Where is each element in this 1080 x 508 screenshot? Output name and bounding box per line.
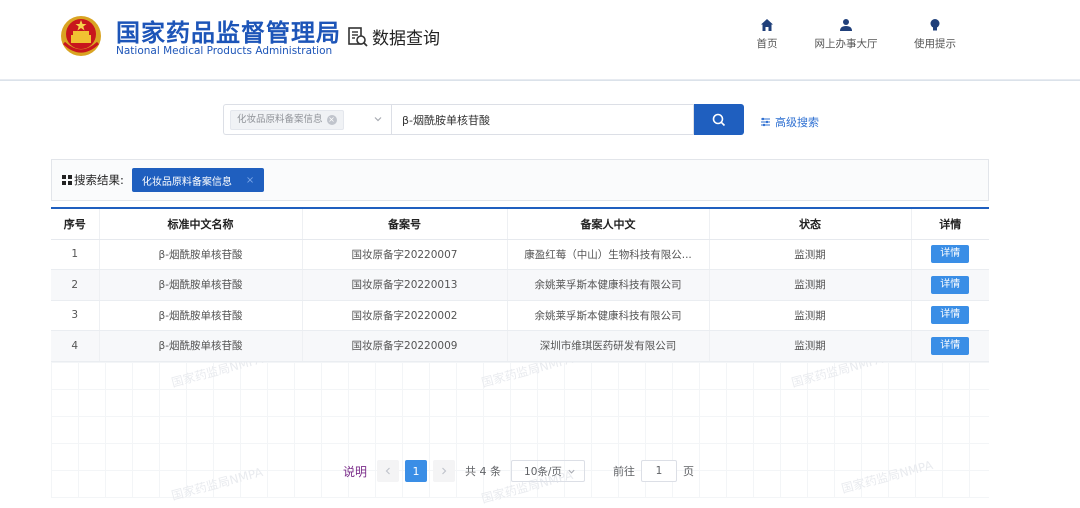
advanced-search-link[interactable]: 高级搜索	[760, 114, 819, 130]
table-row: 1 β-烟酰胺单核苷酸 国妆原备字20220007 康盈红莓（中山）生物科技有限…	[51, 239, 989, 270]
detail-button[interactable]: 详情	[931, 336, 970, 355]
goto-page-input[interactable]	[641, 460, 678, 482]
cell-name: β-烟酰胺单核苷酸	[99, 330, 303, 362]
column-header: 序号	[51, 209, 100, 240]
close-icon[interactable]: ×	[246, 175, 254, 186]
filter-sliders-icon	[761, 117, 770, 127]
cell-index: 2	[51, 269, 100, 301]
cell-filer: 康盈红莓（中山）生物科技有限公...	[507, 239, 710, 270]
cell-detail: 详情	[911, 330, 989, 362]
result-filter-tag-label: 化妆品原料备案信息	[141, 176, 232, 188]
table-row: 4 β-烟酰胺单核苷酸 国妆原备字20220009 深圳市维琪医药研发有限公司 …	[51, 330, 989, 362]
cell-index: 1	[51, 239, 100, 270]
page-number-button[interactable]: 1	[405, 460, 428, 482]
search-button[interactable]	[694, 104, 744, 135]
prev-page-button[interactable]	[377, 460, 400, 482]
site-header: 国家药品监督管理局 National Medical Products Admi…	[0, 0, 1080, 80]
user-icon	[840, 19, 852, 31]
goto-label: 前往	[613, 465, 636, 478]
nav-usage-tips[interactable]: 使用提示	[890, 18, 980, 51]
detail-button[interactable]: 详情	[931, 306, 970, 325]
column-header: 备案号	[302, 209, 508, 240]
search-icon	[712, 113, 726, 126]
cell-record-no: 国妆原备字20220002	[302, 300, 508, 331]
grid-icon	[62, 175, 72, 185]
page-size-label: 10条/页	[524, 465, 562, 478]
cell-filer: 余姚莱孚斯本健康科技有限公司	[507, 300, 710, 331]
category-select[interactable]: 化妆品原料备案信息 ×	[223, 104, 391, 135]
cell-status: 监测期	[709, 239, 912, 270]
category-tag-label: 化妆品原料备案信息	[237, 113, 323, 125]
search-input[interactable]	[391, 104, 694, 135]
pagination: 说明 1 共 4 条 10条/页 前往 页	[343, 459, 694, 483]
cell-detail: 详情	[911, 269, 989, 301]
cell-name: β-烟酰胺单核苷酸	[99, 269, 303, 301]
category-tag: 化妆品原料备案信息 ×	[230, 109, 344, 130]
cell-name: β-烟酰胺单核苷酸	[99, 300, 303, 331]
data-query-title: 数据查询	[347, 24, 440, 49]
nav-home[interactable]: 首页	[722, 18, 812, 51]
data-query-label: 数据查询	[372, 29, 440, 49]
table-row: 3 β-烟酰胺单核苷酸 国妆原备字20220002 余姚莱孚斯本健康科技有限公司…	[51, 300, 989, 331]
home-icon	[761, 19, 773, 31]
nav-home-label: 首页	[756, 38, 778, 50]
cell-filer: 余姚莱孚斯本健康科技有限公司	[507, 269, 710, 301]
cell-record-no: 国妆原备字20220013	[302, 269, 508, 301]
table-row: 2 β-烟酰胺单核苷酸 国妆原备字20220013 余姚莱孚斯本健康科技有限公司…	[51, 269, 989, 301]
org-name-cn: 国家药品监督管理局	[116, 19, 341, 47]
total-count: 共 4 条	[465, 465, 502, 478]
chevron-right-icon	[442, 467, 447, 475]
result-filter-tag: 化妆品原料备案信息 ×	[131, 168, 265, 192]
page-size-select[interactable]: 10条/页	[511, 460, 586, 482]
org-name-en: National Medical Products Administration	[116, 45, 333, 57]
column-header: 备案人中文	[507, 209, 710, 240]
column-header: 状态	[709, 209, 912, 240]
cell-detail: 详情	[911, 239, 989, 270]
search-result-bar: 搜索结果: 化妆品原料备案信息 ×	[51, 159, 989, 201]
detail-button[interactable]: 详情	[931, 245, 970, 264]
cell-status: 监测期	[709, 269, 912, 301]
chevron-left-icon	[385, 467, 390, 475]
document-search-icon	[348, 26, 368, 47]
results-table: 序号 标准中文名称 备案号 备案人中文 状态 详情 1 β-烟酰胺单核苷酸 国妆…	[51, 209, 989, 362]
table-header-row: 序号 标准中文名称 备案号 备案人中文 状态 详情	[51, 209, 989, 240]
advanced-search-label: 高级搜索	[775, 116, 819, 129]
column-header: 详情	[911, 209, 989, 240]
cell-record-no: 国妆原备字20220007	[302, 239, 508, 270]
search-bar: 化妆品原料备案信息 ×	[223, 104, 744, 135]
cell-filer: 深圳市维琪医药研发有限公司	[507, 330, 710, 362]
page-suffix: 页	[683, 465, 695, 478]
chevron-down-icon	[374, 117, 382, 122]
cell-index: 4	[51, 330, 100, 362]
remove-tag-icon[interactable]: ×	[326, 114, 337, 125]
column-header: 标准中文名称	[99, 209, 303, 240]
cell-index: 3	[51, 300, 100, 331]
national-emblem-icon	[61, 16, 101, 56]
detail-button[interactable]: 详情	[931, 275, 970, 294]
chevron-down-icon	[568, 469, 575, 474]
nav-online-hall-label: 网上办事大厅	[814, 38, 878, 50]
pagination-hint: 说明	[343, 464, 368, 479]
cell-status: 监测期	[709, 330, 912, 362]
header-divider	[0, 80, 1080, 81]
cell-status: 监测期	[709, 300, 912, 331]
results-table-wrapper: 序号 标准中文名称 备案号 备案人中文 状态 详情 1 β-烟酰胺单核苷酸 国妆…	[51, 207, 989, 362]
lightbulb-icon	[930, 19, 940, 31]
result-label: 搜索结果:	[74, 173, 124, 187]
cell-detail: 详情	[911, 300, 989, 331]
nav-usage-tips-label: 使用提示	[914, 38, 956, 50]
next-page-button[interactable]	[433, 460, 456, 482]
cell-record-no: 国妆原备字20220009	[302, 330, 508, 362]
cell-name: β-烟酰胺单核苷酸	[99, 239, 303, 270]
nav-online-hall[interactable]: 网上办事大厅	[801, 18, 891, 51]
